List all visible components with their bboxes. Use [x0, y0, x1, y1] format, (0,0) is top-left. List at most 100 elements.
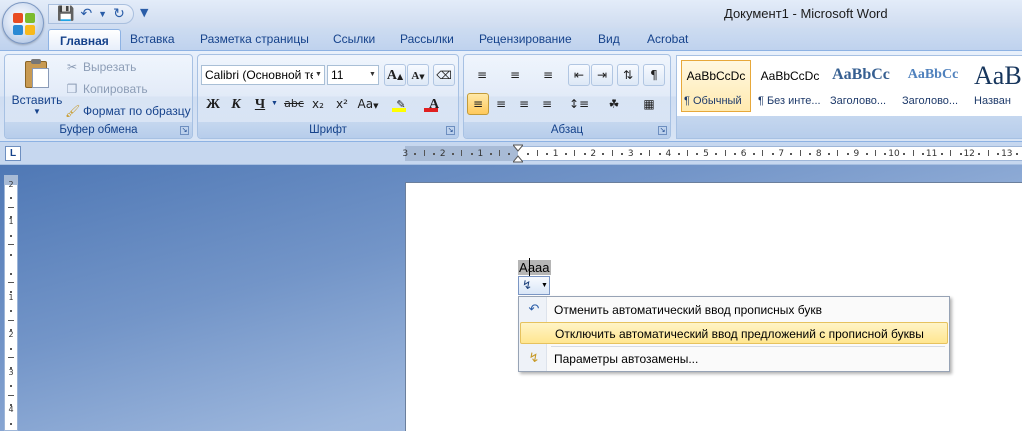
align-center-button[interactable]: ≡	[490, 93, 512, 115]
ruler-number: 9	[853, 149, 860, 159]
ruler-tick	[508, 153, 511, 155]
justify-button[interactable]: ≡	[536, 93, 558, 115]
office-button[interactable]	[2, 2, 44, 44]
bullets-icon: ≡	[476, 68, 488, 82]
save-icon[interactable]: 💾	[57, 5, 74, 23]
ruler-tick	[461, 150, 463, 156]
paste-button[interactable]: Вставить ▼	[11, 59, 63, 119]
undo-icon[interactable]: ↶	[80, 5, 92, 23]
chevron-down-icon[interactable]: ▼	[367, 66, 378, 84]
ruler-tick	[875, 150, 876, 156]
quick-access-toolbar: 💾 ↶ ▼ ↻	[48, 4, 134, 24]
tab-references[interactable]: Ссылки	[333, 28, 375, 50]
subscript-button[interactable]: x₂	[307, 93, 329, 115]
paragraph-launcher-icon[interactable]: ↘	[658, 126, 667, 135]
tab-view[interactable]: Вид	[598, 28, 620, 50]
italic-button[interactable]: К	[225, 93, 247, 115]
ruler-tick	[950, 150, 952, 156]
paste-icon	[22, 59, 52, 89]
bullets-button[interactable]: ≡	[467, 64, 497, 86]
tab-home[interactable]: Главная	[48, 29, 121, 51]
title-bar: 💾 ↶ ▼ ↻ ▼ Документ1 - Microsoft Word	[0, 0, 1022, 44]
ruler-number: 8	[815, 149, 822, 159]
menu-item-label: Параметры автозамены...	[554, 352, 699, 366]
ruler-tick	[10, 329, 12, 331]
ruler-number: 3	[627, 149, 634, 159]
strikethrough-button[interactable]: abc	[283, 93, 305, 115]
format-painter-button[interactable]: 🖌 Формат по образцу	[65, 101, 191, 121]
multilevel-list-button[interactable]: ≡	[533, 64, 563, 86]
ruler-number: 13	[1001, 149, 1013, 159]
ruler-number: 3	[402, 149, 409, 159]
superscript-button[interactable]: x²	[331, 93, 353, 115]
ruler-tick	[799, 150, 801, 156]
copy-icon: ❐	[66, 82, 78, 96]
shading-button[interactable]: ☘	[598, 93, 630, 115]
document-text[interactable]: Аааа	[518, 260, 551, 275]
underline-button[interactable]: Ч	[249, 93, 271, 115]
cut-label: Вырезать	[83, 60, 137, 74]
repeat-icon[interactable]: ↻	[113, 5, 125, 23]
tab-page-layout[interactable]: Разметка страницы	[200, 28, 309, 50]
clipboard-launcher-icon[interactable]: ↘	[180, 126, 189, 135]
indent-marker-icon[interactable]	[513, 143, 523, 165]
tab-insert[interactable]: Вставка	[130, 28, 175, 50]
ruler-tick	[912, 150, 914, 156]
tab-mailings[interactable]: Рассылки	[400, 28, 454, 50]
tab-selector-button[interactable]: L	[5, 146, 21, 161]
vertical-ruler[interactable]	[4, 175, 18, 431]
style-normal[interactable]: AaBbCcDc ¶ Обычный	[681, 60, 751, 112]
decrease-indent-button[interactable]: ⇤	[568, 64, 590, 86]
font-launcher-icon[interactable]: ↘	[446, 126, 455, 135]
grow-font-button[interactable]: A▲	[384, 64, 406, 86]
chevron-down-icon[interactable]: ▼	[313, 66, 324, 84]
ruler-tick	[10, 423, 12, 425]
ruler-tick	[574, 150, 576, 156]
ribbon-tabs: Главная Вставка Разметка страницы Ссылки…	[0, 28, 1022, 51]
ruler-tick	[687, 150, 688, 156]
style-heading-1[interactable]: AaBbCc Заголово...	[827, 60, 895, 112]
ruler-number: 1	[8, 217, 14, 227]
font-name-combo[interactable]: Calibri (Основной те ▼	[201, 65, 325, 85]
ruler-tick	[762, 150, 764, 156]
align-right-button[interactable]: ≡	[513, 93, 535, 115]
ruler-number: 4	[665, 149, 672, 159]
numbering-button[interactable]: ≡	[500, 64, 530, 86]
customize-qat-icon[interactable]: ▼	[140, 6, 148, 19]
ruler-tick	[583, 153, 586, 155]
office-logo-icon	[13, 13, 35, 35]
ruler-tick	[997, 153, 1000, 155]
shrink-font-button[interactable]: A▼	[407, 64, 429, 86]
ruler-number: 12	[963, 149, 975, 159]
cut-button[interactable]: ✂ Вырезать	[65, 57, 136, 77]
paste-dropdown-icon[interactable]: ▼	[11, 107, 63, 116]
increase-indent-button[interactable]: ⇥	[591, 64, 613, 86]
show-marks-button[interactable]: ¶	[643, 64, 665, 86]
style-heading-2[interactable]: AaBbCc Заголово...	[899, 60, 967, 112]
copy-button[interactable]: ❐ Копировать	[65, 79, 148, 99]
ruler-tick	[489, 153, 492, 155]
menu-item-undo-capitalization[interactable]: ↶ Отменить автоматический ввод прописных…	[520, 299, 948, 321]
change-case-button[interactable]: Aa▼	[355, 93, 381, 115]
font-color-button[interactable]: A	[420, 93, 448, 115]
clear-formatting-button[interactable]: ⌫	[433, 64, 455, 86]
borders-button[interactable]: ▦	[634, 93, 664, 115]
highlight-button[interactable]: ✎	[388, 93, 414, 115]
sort-button[interactable]: ⇅	[617, 64, 639, 86]
line-spacing-button[interactable]: ↕≡	[564, 93, 594, 115]
menu-item-autocorrect-options[interactable]: ↯ Параметры автозамены...	[520, 348, 948, 370]
underline-dropdown-icon[interactable]: ▼	[271, 100, 278, 107]
bold-button[interactable]: Ж	[202, 93, 224, 115]
menu-item-disable-auto-capitalization[interactable]: Отключить автоматический ввод предложени…	[520, 322, 948, 344]
ruler-tick	[658, 153, 661, 155]
ruler-number: 7	[778, 149, 785, 159]
tab-review[interactable]: Рецензирование	[479, 28, 572, 50]
autocorrect-options-button[interactable]: ↯ ▼	[518, 276, 550, 295]
style-title[interactable]: AaB Назван	[971, 60, 1022, 112]
style-no-spacing[interactable]: AaBbCcDc ¶ Без инте...	[755, 60, 825, 112]
font-size-combo[interactable]: 11 ▼	[327, 65, 379, 85]
undo-dropdown-icon[interactable]: ▼	[98, 9, 107, 19]
align-left-button[interactable]: ≡	[467, 93, 489, 115]
ruler-tick	[10, 216, 12, 219]
tab-acrobat[interactable]: Acrobat	[647, 28, 688, 50]
